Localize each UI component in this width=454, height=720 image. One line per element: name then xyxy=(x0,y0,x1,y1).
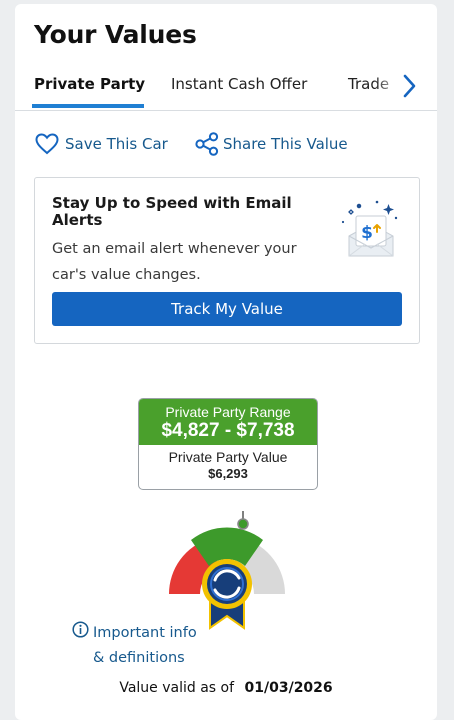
chevron-right-icon xyxy=(403,74,416,98)
private-party-value-label: Private Party Value xyxy=(168,449,288,465)
save-car-label: Save This Car xyxy=(65,135,168,153)
share-value-label: Share This Value xyxy=(223,135,348,153)
range-header: Private Party Range $4,827 - $7,738 xyxy=(139,399,317,445)
validity-date: 01/03/2026 xyxy=(244,680,333,696)
heart-icon xyxy=(35,133,59,155)
value-validity: Value valid as of 01/03/2026 xyxy=(15,680,437,696)
tab-scroll-next-button[interactable] xyxy=(397,72,421,100)
email-money-icon: $ xyxy=(335,196,405,264)
important-info-line1: Important info xyxy=(93,625,197,641)
values-card: Your Values Private Party Instant Cash O… xyxy=(15,4,437,720)
email-alert-title: Stay Up to Speed with Email Alerts xyxy=(52,194,292,229)
important-info-line2: & definitions xyxy=(93,650,185,666)
value-actions: Save This Car Share This Value xyxy=(15,130,437,160)
page-title: Your Values xyxy=(34,20,197,49)
tab-private-party[interactable]: Private Party xyxy=(34,75,145,93)
active-tab-indicator xyxy=(32,104,144,108)
email-alert-box: Stay Up to Speed with Email Alerts Get a… xyxy=(34,177,420,344)
save-car-button[interactable]: Save This Car xyxy=(35,130,168,158)
private-party-value: $6,293 xyxy=(208,466,248,481)
svg-text:$: $ xyxy=(361,223,373,243)
range-label: Private Party Range xyxy=(165,404,291,420)
validity-prefix: Value valid as of xyxy=(119,680,235,696)
private-party-range-box: Private Party Range $4,827 - $7,738 Priv… xyxy=(138,398,318,490)
share-icon xyxy=(195,132,219,156)
track-my-value-button[interactable]: Track My Value xyxy=(52,292,402,326)
range-value: $4,827 - $7,738 xyxy=(161,420,295,441)
share-value-button[interactable]: Share This Value xyxy=(194,130,348,158)
info-icon xyxy=(72,621,89,638)
value-gauge xyxy=(165,488,289,630)
email-alert-description: Get an email alert whenever your car's v… xyxy=(52,241,297,283)
important-info-text: Important info & definitions xyxy=(93,621,197,671)
important-info-link[interactable]: Important info & definitions xyxy=(72,618,232,674)
value-tabs: Private Party Instant Cash Offer Trade xyxy=(15,64,437,111)
tab-instant-cash-offer[interactable]: Instant Cash Offer xyxy=(171,75,307,93)
